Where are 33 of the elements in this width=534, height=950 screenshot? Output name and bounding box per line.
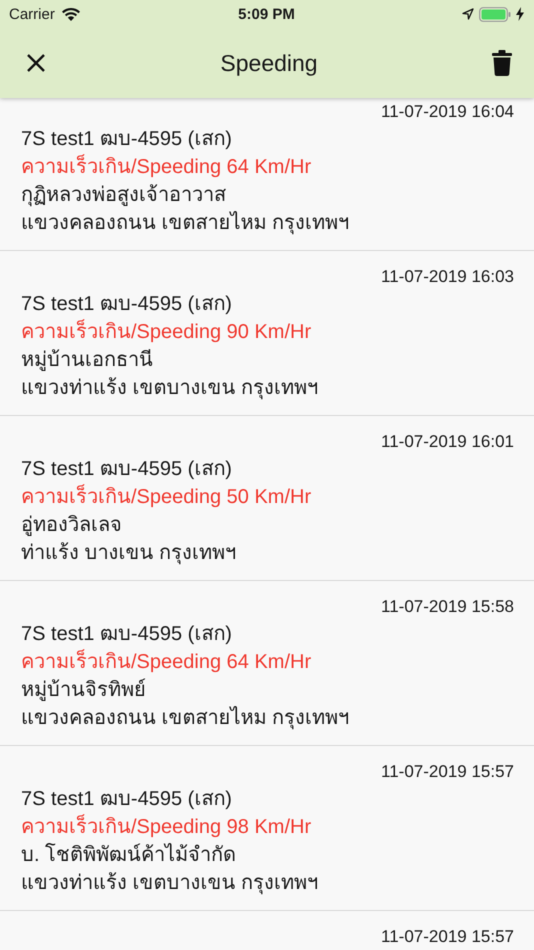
wifi-icon: [60, 7, 81, 21]
area-name: แขวงท่าแร้ง เขตบางเขน กรุงเทพฯ: [21, 377, 318, 399]
vehicle-name: 7S test1 ฒบ-4595 (เสก): [21, 293, 232, 315]
location-icon: [462, 8, 474, 20]
battery-icon: [478, 6, 511, 22]
speed-alert-text: ความเร็วเกิน/Speeding 64 Km/Hr: [21, 156, 312, 178]
place-name: กุฏิหลวงพ่อสูงเจ้าอาวาส: [21, 184, 226, 206]
vehicle-name: 7S test1 ฒบ-4595 (เสก): [21, 623, 232, 645]
alert-timestamp: 11-07-2019 16:04: [381, 102, 514, 121]
area-name: แขวงท่าแร้ง เขตบางเขน กรุงเทพฯ: [21, 872, 318, 894]
status-time: 5:09 PM: [238, 6, 295, 22]
area-name: ท่าแร้ง บางเขน กรุงเทพฯ: [21, 542, 236, 564]
alert-timestamp: 11-07-2019 16:03: [381, 267, 514, 286]
vehicle-name: 7S test1 ฒบ-4595 (เสก): [21, 128, 232, 150]
speed-alert-text: ความเร็วเกิน/Speeding 90 Km/Hr: [21, 321, 312, 343]
alert-timestamp: 11-07-2019 16:01: [381, 432, 514, 451]
area-name: แขวงคลองถนน เขตสายไหม กรุงเทพฯ: [21, 707, 350, 729]
vehicle-name: 7S test1 ฒบ-4595 (เสก): [21, 788, 232, 810]
speed-alert-text: ความเร็วเกิน/Speeding 50 Km/Hr: [21, 486, 312, 508]
vehicle-name: 7S test1 ฒบ-4595 (เสก): [21, 458, 232, 480]
alert-timestamp: 11-07-2019 15:57: [381, 927, 514, 946]
speed-alert-text: ความเร็วเกิน/Speeding 64 Km/Hr: [21, 651, 312, 673]
place-name: อู่ทองวิลเลจ: [21, 514, 122, 536]
area-name: แขวงคลองถนน เขตสายไหม กรุงเทพฯ: [21, 212, 350, 234]
alert-timestamp: 11-07-2019 15:58: [381, 597, 514, 616]
screen-title: Speeding: [220, 50, 318, 76]
place-name: บ. โชติพิพัฒน์ค้าไม้จำกัด: [21, 844, 236, 866]
charging-icon: [516, 7, 524, 21]
alert-timestamp: 11-07-2019 15:57: [381, 762, 514, 781]
carrier-label: Carrier: [9, 6, 55, 22]
place-name: หมู่บ้านจิรทิพย์: [21, 679, 146, 701]
speed-alert-text: ความเร็วเกิน/Speeding 98 Km/Hr: [21, 816, 312, 838]
place-name: หมู่บ้านเอกธานี: [21, 349, 153, 371]
